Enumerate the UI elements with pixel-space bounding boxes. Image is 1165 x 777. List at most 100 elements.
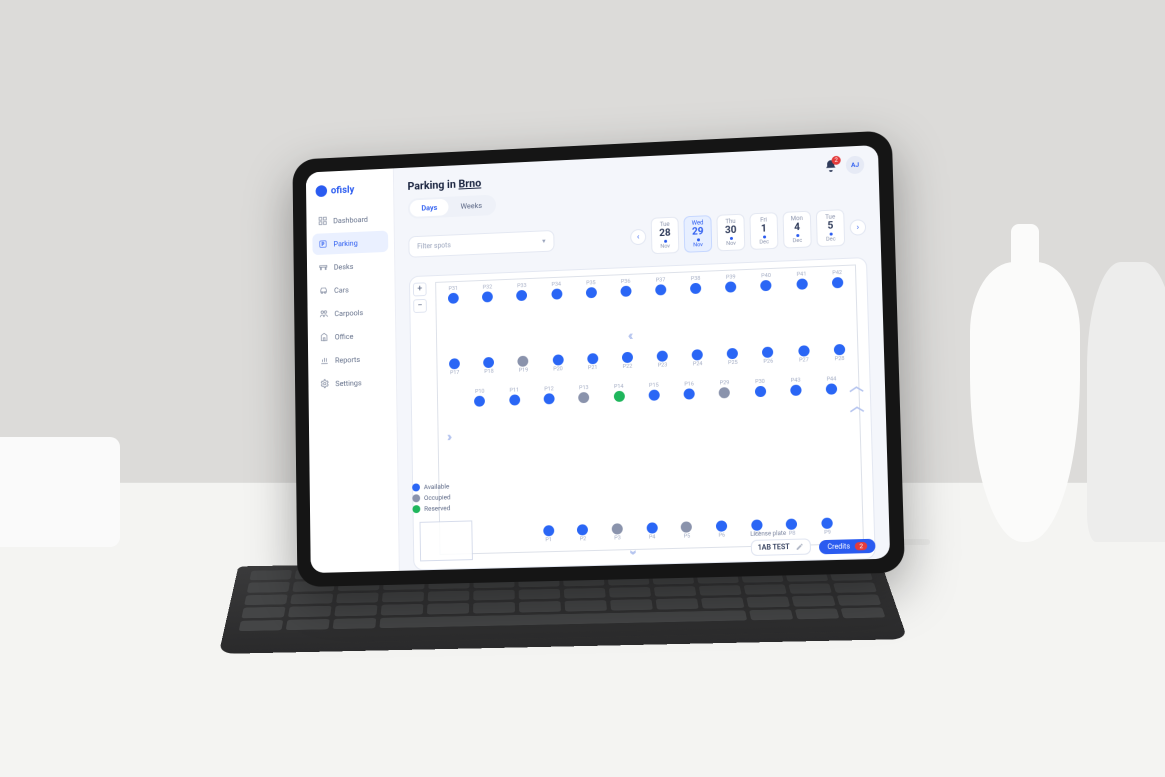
spot-status-dot: [796, 278, 807, 289]
parking-spot[interactable]: P6: [716, 520, 728, 538]
legend-reserved: Reserved: [412, 504, 450, 513]
parking-spot[interactable]: P5: [681, 521, 692, 539]
spot-label: P23: [658, 362, 668, 368]
parking-spot[interactable]: P41: [796, 271, 808, 289]
date-card[interactable]: Mon4Dec: [783, 211, 812, 249]
zoom-in-button[interactable]: +: [413, 282, 427, 296]
legend: Available Occupied Reserved: [412, 482, 451, 513]
avatar[interactable]: AJ: [846, 156, 865, 175]
spot-status-dot: [648, 390, 659, 401]
parking-spot[interactable]: P39: [725, 274, 736, 292]
spot-label: P3: [614, 535, 621, 541]
page-title-location[interactable]: Brno: [458, 176, 481, 190]
parking-spot[interactable]: P28: [834, 344, 846, 362]
spot-status-dot: [684, 388, 695, 399]
credits-count: 2: [855, 542, 867, 550]
parking-spot[interactable]: P19: [518, 356, 529, 374]
parking-spot[interactable]: P27: [798, 345, 810, 363]
parking-spot[interactable]: P16: [684, 381, 695, 399]
svg-text:P: P: [322, 242, 325, 247]
floorplan[interactable]: + − P31P32P33P34P35P36P37P38P39P40P41P42…: [409, 257, 876, 570]
sidebar-item-dashboard[interactable]: Dashboard: [312, 207, 388, 232]
direction-arrow-icon: ‹‹: [627, 328, 630, 344]
date-card[interactable]: Fri1Dec: [749, 212, 778, 250]
parking-spot[interactable]: P1: [543, 525, 554, 543]
dashboard-icon: [318, 216, 328, 226]
parking-spot[interactable]: P24: [692, 349, 703, 367]
date-mon: Dec: [818, 236, 845, 243]
sidebar-item-carpools[interactable]: Carpools: [313, 300, 389, 324]
parking-spot[interactable]: P15: [648, 383, 659, 401]
parking-spot[interactable]: P44: [826, 376, 838, 394]
parking-spot[interactable]: P40: [760, 273, 772, 291]
sidebar-item-label: Carpools: [334, 308, 363, 318]
date-card[interactable]: Wed29Nov: [683, 215, 712, 253]
parking-spot[interactable]: P31: [448, 286, 459, 304]
minimap[interactable]: [420, 520, 473, 561]
spot-status-dot: [482, 291, 493, 302]
date-card[interactable]: Tue5Dec: [816, 209, 845, 247]
parking-spot[interactable]: P4: [646, 522, 657, 540]
spot-label: P34: [552, 282, 562, 288]
parking-spot[interactable]: P20: [552, 354, 563, 372]
parking-spot[interactable]: P26: [762, 347, 774, 365]
parking-spot[interactable]: P17: [449, 358, 460, 376]
parking-spot[interactable]: P30: [754, 379, 766, 397]
spot-label: P27: [799, 357, 809, 363]
date-prev-button[interactable]: ‹: [630, 228, 646, 244]
date-card[interactable]: Thu30Nov: [716, 214, 745, 252]
spot-status-dot: [821, 518, 833, 529]
parking-icon: P: [318, 239, 328, 249]
desks-icon: [318, 262, 328, 272]
parking-spot[interactable]: P2: [577, 524, 588, 542]
brand-logo[interactable]: ofisly: [312, 178, 388, 209]
date-num: 29: [685, 226, 711, 238]
spot-status-dot: [716, 520, 727, 531]
parking-spot[interactable]: P22: [622, 352, 633, 370]
date-mon: Nov: [652, 243, 678, 250]
parking-spot[interactable]: P29: [719, 380, 731, 398]
spot-status-dot: [509, 394, 520, 405]
credits-button[interactable]: Credits 2: [819, 539, 876, 555]
parking-spot[interactable]: P18: [483, 357, 494, 375]
parking-spot[interactable]: P35: [585, 280, 596, 298]
parking-spot[interactable]: P12: [544, 386, 555, 404]
parking-spot[interactable]: P25: [727, 348, 739, 366]
parking-spot[interactable]: P23: [657, 350, 668, 368]
parking-spot[interactable]: P36: [620, 279, 631, 297]
spot-label: P2: [580, 536, 587, 542]
parking-spot[interactable]: P38: [690, 276, 701, 294]
tab-days[interactable]: Days: [410, 199, 449, 217]
parking-spot[interactable]: P33: [516, 283, 527, 301]
parking-spot[interactable]: P32: [482, 284, 493, 302]
parking-spot[interactable]: P43: [790, 378, 802, 396]
settings-icon: [320, 379, 330, 389]
parking-spot[interactable]: P13: [578, 385, 589, 403]
parking-spot[interactable]: P3: [612, 523, 623, 541]
parking-spot[interactable]: P11: [509, 387, 520, 405]
parking-spot[interactable]: P34: [551, 282, 562, 300]
spot-status-dot: [832, 277, 843, 288]
spot-label: P31: [449, 286, 458, 292]
sidebar-item-office[interactable]: Office: [313, 324, 389, 348]
sidebar-item-desks[interactable]: Desks: [313, 254, 389, 279]
notifications-button[interactable]: 2: [823, 159, 838, 174]
spot-status-dot: [551, 288, 562, 299]
parking-spot[interactable]: P42: [831, 270, 843, 288]
zoom-out-button[interactable]: −: [413, 299, 427, 313]
parking-spot[interactable]: P21: [587, 353, 598, 371]
parking-spot[interactable]: P10: [474, 389, 485, 407]
spot-label: P29: [720, 380, 730, 386]
spot-status-dot: [612, 523, 623, 534]
date-card[interactable]: Tue28Nov: [651, 217, 680, 255]
sidebar-item-parking[interactable]: PParking: [312, 231, 388, 256]
sidebar-item-reports[interactable]: Reports: [314, 347, 390, 371]
parking-spot[interactable]: P37: [655, 277, 666, 295]
filter-dropdown[interactable]: Filter spots ▾: [408, 229, 554, 257]
date-next-button[interactable]: ›: [850, 219, 867, 236]
license-plate-pill[interactable]: 1AB TEST: [750, 538, 811, 556]
sidebar-item-cars[interactable]: Cars: [313, 277, 389, 301]
tab-weeks[interactable]: Weeks: [449, 197, 494, 216]
sidebar-item-settings[interactable]: Settings: [314, 371, 390, 395]
parking-spot[interactable]: P14: [613, 384, 624, 402]
